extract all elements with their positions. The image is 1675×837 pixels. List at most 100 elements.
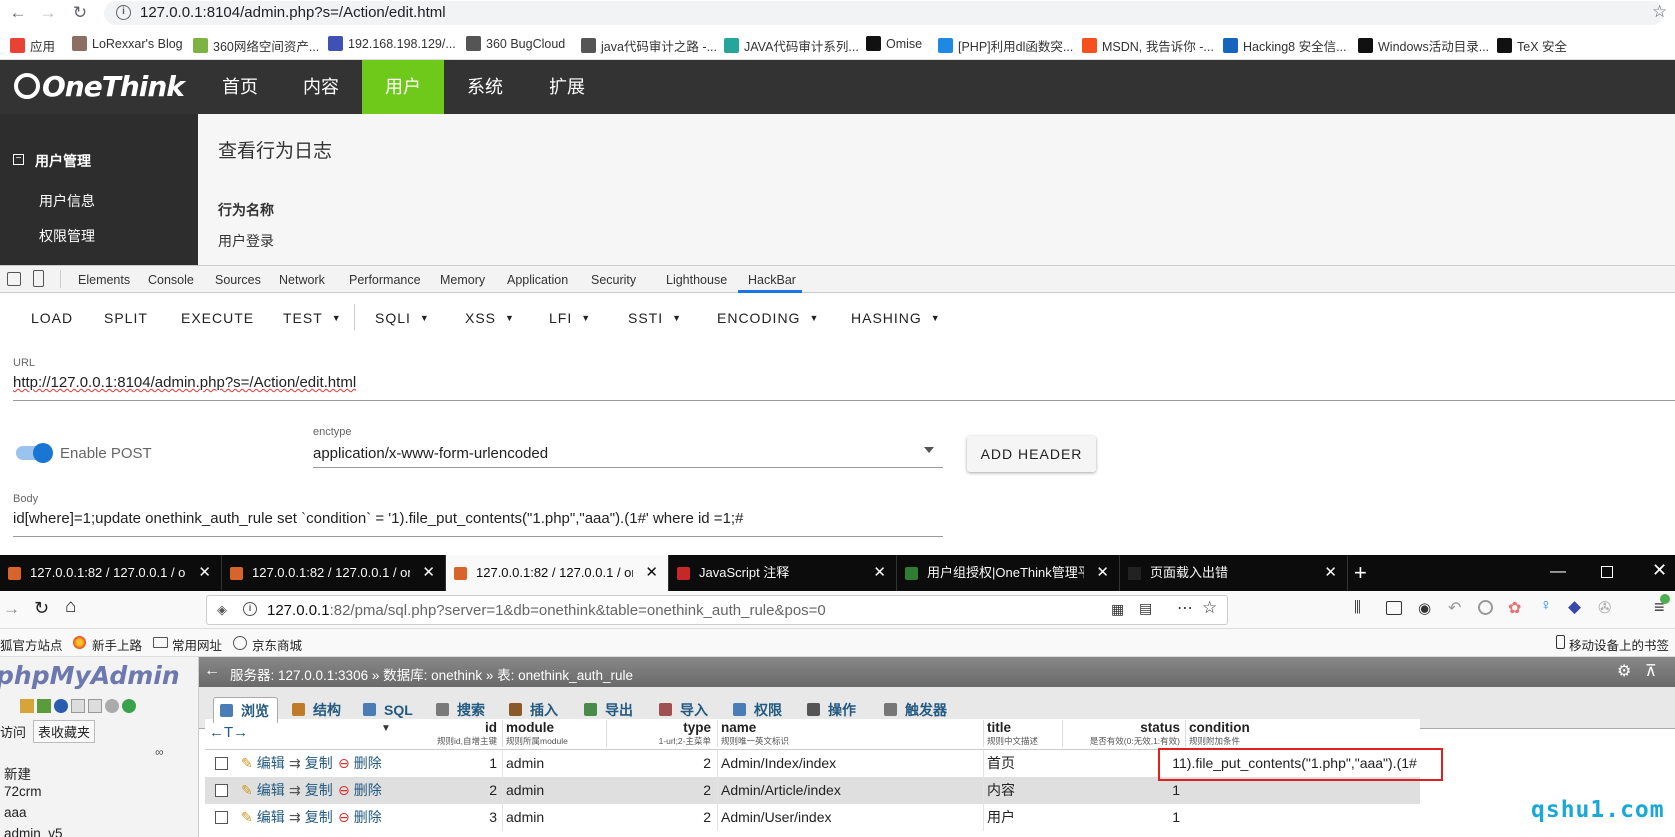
bookmark-jd[interactable]: 京东商城: [252, 635, 302, 654]
pma-logo[interactable]: phpMyAdmin: [0, 661, 180, 690]
enable-post-label[interactable]: Enable POST: [60, 445, 152, 462]
help-icon[interactable]: [54, 699, 68, 713]
addon-icon[interactable]: ✇: [1598, 598, 1611, 618]
devtools-tab-lighthouse[interactable]: Lighthouse: [666, 273, 727, 287]
devtools-tab-memory[interactable]: Memory: [440, 273, 485, 287]
hackbar-execute-button[interactable]: EXECUTE: [181, 310, 254, 326]
gear-icon[interactable]: ⚙: [1617, 661, 1631, 681]
device-toggle-icon[interactable]: [33, 270, 44, 287]
refresh-icon[interactable]: [122, 699, 136, 713]
row-action-copy[interactable]: ⇉ 复制: [289, 804, 333, 831]
docs-icon[interactable]: [71, 699, 85, 713]
column-header[interactable]: type 1-url;2-主菜单: [606, 720, 711, 747]
close-icon[interactable]: ✕: [1652, 560, 1667, 581]
action-label[interactable]: 复制: [305, 782, 333, 798]
firefox-tab[interactable]: 127.0.0.1:82 / 127.0.0.1 / onethink ✕: [446, 555, 669, 591]
bookmark-label[interactable]: 应用: [30, 36, 55, 55]
row-action-delete[interactable]: ⊖ 删除: [338, 777, 382, 804]
pma-tab-triggers[interactable]: 触发器: [878, 697, 955, 723]
bookmark-label[interactable]: 192.168.198.129/...: [348, 37, 456, 51]
bookmark-label[interactable]: TeX 安全: [1517, 36, 1567, 55]
tab-close-icon[interactable]: ✕: [422, 555, 435, 591]
tab-label[interactable]: 导出: [605, 702, 633, 718]
record-icon[interactable]: [1478, 600, 1493, 615]
hackbar-sqli-button[interactable]: SQLI ▼: [375, 310, 430, 326]
tab-title[interactable]: 127.0.0.1:82 / 127.0.0.1 / onethink: [252, 555, 410, 591]
bookmark-item[interactable]: Hacking8 安全信...: [1223, 36, 1347, 55]
firefox-tab[interactable]: 页面载入出错 ✕: [1120, 555, 1348, 591]
bookmark-item[interactable]: Windows活动目录...: [1358, 36, 1489, 55]
nav-system[interactable]: 系统: [448, 60, 522, 114]
bookmark-item[interactable]: LoRexxar's Blog: [72, 36, 183, 51]
bookmark-item[interactable]: [PHP]利用dl函数突...: [938, 36, 1073, 55]
column-name[interactable]: title: [987, 720, 1038, 735]
action-label[interactable]: 编辑: [257, 809, 285, 825]
pma-tab-sql[interactable]: SQL: [357, 697, 421, 723]
tab-title[interactable]: 用户组授权|OneThink管理平台: [927, 555, 1084, 591]
row-action-delete[interactable]: ⊖ 删除: [338, 804, 382, 831]
bookmark-site[interactable]: 狐官方站点: [0, 635, 63, 654]
column-header[interactable]: id 规则id,自增主键: [387, 720, 497, 747]
hackbar-xss-button[interactable]: XSS ▼: [465, 310, 515, 326]
tab-label[interactable]: 浏览: [241, 703, 269, 719]
forward-icon[interactable]: →: [3, 599, 20, 619]
bookmark-item[interactable]: 192.168.198.129/...: [328, 36, 456, 51]
devtools-tab-sources[interactable]: Sources: [215, 273, 261, 287]
bookmark-star-icon[interactable]: ☆: [1202, 598, 1217, 618]
tab-close-icon[interactable]: ✕: [198, 555, 211, 591]
pma-tab-browse[interactable]: 浏览: [213, 697, 278, 723]
reload-icon[interactable]: ↻: [34, 598, 49, 619]
hackbar-encoding-button[interactable]: ENCODING ▼: [717, 310, 819, 326]
devtools-tab-hackbar[interactable]: HackBar: [748, 273, 796, 287]
row-checkbox[interactable]: [215, 784, 228, 797]
button-label[interactable]: XSS: [465, 310, 496, 326]
enctype-select[interactable]: application/x-www-form-urlencoded: [313, 445, 548, 462]
tab-label[interactable]: 操作: [828, 702, 856, 718]
forward-icon[interactable]: →: [38, 3, 58, 23]
firefox-tab[interactable]: 127.0.0.1:82 / 127.0.0.1 / onethink ✕: [0, 555, 222, 591]
link-icon[interactable]: ∞: [155, 745, 164, 759]
hackbar-test-button[interactable]: TEST ▼: [283, 310, 342, 326]
nav-content[interactable]: 内容: [284, 60, 358, 114]
tab-label[interactable]: 搜索: [457, 702, 485, 718]
bookmark-label[interactable]: 360 BugCloud: [486, 37, 565, 51]
bookmark-label[interactable]: 360网络空间资产...: [213, 36, 319, 55]
url-input[interactable]: http://127.0.0.1:8104/admin.php?s=/Actio…: [13, 374, 356, 391]
mobile-bookmarks[interactable]: 移动设备上的书签: [1569, 635, 1669, 654]
firefox-tab[interactable]: JavaScript 注释 ✕: [669, 555, 897, 591]
library-icon[interactable]: ⫼: [1354, 599, 1361, 616]
row-action-edit[interactable]: ✎ 编辑: [241, 804, 285, 831]
hackbar-ssti-button[interactable]: SSTI ▼: [628, 310, 682, 326]
button-label[interactable]: HASHING: [851, 310, 922, 326]
column-header[interactable]: title 规则中文描述: [983, 720, 1038, 747]
hackbar-hashing-button[interactable]: HASHING ▼: [851, 310, 941, 326]
collapse-icon[interactable]: −: [13, 154, 24, 165]
action-label[interactable]: 删除: [354, 782, 382, 798]
row-action-copy[interactable]: ⇉ 复制: [289, 750, 333, 777]
pma-recent-tab[interactable]: 访问: [0, 722, 26, 741]
pma-tab-export[interactable]: 导出: [578, 697, 641, 723]
db-item[interactable]: aaa: [4, 805, 27, 820]
tab-title[interactable]: JavaScript 注释: [699, 555, 861, 591]
action-label[interactable]: 编辑: [257, 755, 285, 771]
url-host[interactable]: 127.0.0.1: [267, 602, 330, 619]
tab-close-icon[interactable]: ✕: [873, 555, 886, 591]
bookmark-item[interactable]: TeX 安全: [1497, 36, 1567, 55]
nav-user[interactable]: 用户: [362, 60, 444, 114]
exit-icon[interactable]: [37, 699, 51, 713]
column-header[interactable]: name 规则唯一英文标识: [717, 720, 789, 747]
tab-title[interactable]: 127.0.0.1:82 / 127.0.0.1 / onethink: [30, 555, 186, 591]
collapse-icon[interactable]: ⊼: [1645, 661, 1657, 681]
home-icon[interactable]: ⌂: [65, 596, 76, 618]
devtools-tab-application[interactable]: Application: [507, 273, 568, 287]
db-item[interactable]: 72crm: [4, 784, 42, 799]
bookmark-common[interactable]: 常用网址: [172, 635, 222, 654]
firefox-tab[interactable]: 127.0.0.1:82 / 127.0.0.1 / onethink ✕: [222, 555, 446, 591]
tab-label[interactable]: 导入: [680, 702, 708, 718]
hackbar-load-button[interactable]: LOAD: [31, 310, 73, 326]
diamond-icon[interactable]: ◆: [1568, 597, 1581, 617]
minimize-icon[interactable]: —: [1550, 563, 1566, 581]
reader-icon[interactable]: ▤: [1139, 600, 1152, 617]
pma-tab-insert[interactable]: 插入: [503, 697, 566, 723]
hackbar-lfi-button[interactable]: LFI ▼: [549, 310, 591, 326]
